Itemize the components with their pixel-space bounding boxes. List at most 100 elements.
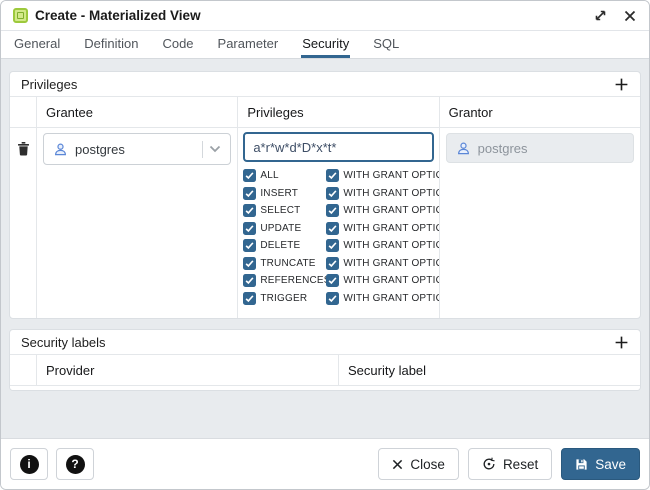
with-grant-option-label: WITH GRANT OPTION xyxy=(343,205,438,216)
privilege-row-references: REFERENCES WITH GRANT OPTION xyxy=(243,272,438,290)
save-button-label: Save xyxy=(595,457,626,472)
privilege-row-select: SELECT WITH GRANT OPTION xyxy=(243,202,438,220)
with-grant-option-label: WITH GRANT OPTION xyxy=(343,240,438,251)
reset-icon xyxy=(482,457,496,471)
save-floppy-icon xyxy=(575,458,588,471)
materialized-view-icon xyxy=(13,8,28,23)
select-separator xyxy=(202,141,203,158)
row-actions-cell xyxy=(10,128,36,318)
tab-security[interactable]: Security xyxy=(301,31,350,58)
privilege-row-update: UPDATE WITH GRANT OPTION xyxy=(243,220,438,238)
column-header-privileges: Privileges xyxy=(237,97,438,128)
close-button[interactable]: Close xyxy=(378,448,459,480)
privilege-label: INSERT xyxy=(260,188,298,199)
info-icon: i xyxy=(20,455,39,474)
privilege-row-delete: DELETE WITH GRANT OPTION xyxy=(243,237,438,255)
privileges-string-input[interactable] xyxy=(243,132,433,162)
chevron-down-icon xyxy=(209,145,221,153)
info-button[interactable]: i xyxy=(10,448,48,480)
security-labels-panel: Security labels Provider Security label xyxy=(9,329,641,391)
privileges-panel-title: Privileges xyxy=(21,77,77,92)
security-labels-header-spacer xyxy=(10,355,36,386)
grantee-cell: postgres xyxy=(36,128,237,318)
with-grant-option-checkbox-update[interactable] xyxy=(326,222,339,235)
privilege-checkbox-insert[interactable] xyxy=(243,187,256,200)
privilege-label: SELECT xyxy=(260,205,300,216)
dialog-tabbar: General Definition Code Parameter Securi… xyxy=(1,31,649,59)
privilege-label: ALL xyxy=(260,170,278,181)
privilege-label: UPDATE xyxy=(260,223,301,234)
privileges-panel-header: Privileges xyxy=(10,72,640,97)
grantee-selected-value: postgres xyxy=(75,142,125,157)
privilege-row-trigger: TRIGGER WITH GRANT OPTION xyxy=(243,290,438,308)
save-button[interactable]: Save xyxy=(561,448,640,480)
privilege-row-insert: INSERT WITH GRANT OPTION xyxy=(243,185,438,203)
grantor-cell: postgres xyxy=(439,128,640,318)
reset-button[interactable]: Reset xyxy=(468,448,552,480)
help-button[interactable]: ? xyxy=(56,448,94,480)
create-materialized-view-dialog: Create - Materialized View General Defin… xyxy=(0,0,650,490)
privileges-cell: ALL WITH GRANT OPTION INSERT WITH GRANT OPT… xyxy=(237,128,438,318)
close-button-label: Close xyxy=(410,457,445,472)
with-grant-option-checkbox-delete[interactable] xyxy=(326,239,339,252)
close-icon[interactable] xyxy=(623,9,637,23)
add-security-label-button[interactable] xyxy=(612,333,630,351)
reset-button-label: Reset xyxy=(503,457,538,472)
close-x-icon xyxy=(392,459,403,470)
privilege-label: REFERENCES xyxy=(260,275,326,286)
privilege-label: DELETE xyxy=(260,240,300,251)
with-grant-option-checkbox-trigger[interactable] xyxy=(326,292,339,305)
privilege-label: TRIGGER xyxy=(260,293,307,304)
with-grant-option-checkbox-all[interactable] xyxy=(326,169,339,182)
with-grant-option-checkbox-insert[interactable] xyxy=(326,187,339,200)
tab-parameter[interactable]: Parameter xyxy=(217,31,280,58)
privilege-checkbox-update[interactable] xyxy=(243,222,256,235)
delete-row-icon[interactable] xyxy=(17,141,30,318)
user-icon xyxy=(53,142,68,157)
with-grant-option-label: WITH GRANT OPTION xyxy=(343,170,438,181)
with-grant-option-label: WITH GRANT OPTION xyxy=(343,188,438,199)
help-icon: ? xyxy=(66,455,85,474)
with-grant-option-label: WITH GRANT OPTION xyxy=(343,258,438,269)
privileges-panel: Privileges Grantee Privileges Grantor xyxy=(9,71,641,319)
privileges-grid-row: postgres ALL WITH GRANT OPTION INSERT WITH … xyxy=(10,128,640,318)
tab-general[interactable]: General xyxy=(13,31,61,58)
with-grant-option-label: WITH GRANT OPTION xyxy=(343,223,438,234)
dialog-footer: i ? Close Reset Save xyxy=(1,438,649,489)
column-header-grantor: Grantor xyxy=(439,97,640,128)
privilege-checkbox-select[interactable] xyxy=(243,204,256,217)
add-privilege-button[interactable] xyxy=(612,75,630,93)
with-grant-option-checkbox-references[interactable] xyxy=(326,274,339,287)
privileges-header-spacer xyxy=(10,97,36,128)
privilege-checkbox-list: ALL WITH GRANT OPTION INSERT WITH GRANT OPT… xyxy=(238,165,438,307)
with-grant-option-checkbox-select[interactable] xyxy=(326,204,339,217)
user-icon xyxy=(456,141,471,156)
dialog-titlebar: Create - Materialized View xyxy=(1,1,649,31)
with-grant-option-checkbox-truncate[interactable] xyxy=(326,257,339,270)
privilege-row-truncate: TRUNCATE WITH GRANT OPTION xyxy=(243,255,438,273)
grantee-select[interactable]: postgres xyxy=(43,133,231,165)
security-labels-panel-title: Security labels xyxy=(21,335,106,350)
privilege-checkbox-truncate[interactable] xyxy=(243,257,256,270)
with-grant-option-label: WITH GRANT OPTION xyxy=(343,275,438,286)
security-tab-content: Privileges Grantee Privileges Grantor xyxy=(1,59,649,438)
grantor-value: postgres xyxy=(478,141,528,156)
column-header-provider: Provider xyxy=(36,355,338,386)
privilege-label: TRUNCATE xyxy=(260,258,315,269)
privilege-checkbox-all[interactable] xyxy=(243,169,256,182)
security-labels-grid-header: Provider Security label xyxy=(10,355,640,386)
tab-sql[interactable]: SQL xyxy=(372,31,400,58)
maximize-icon[interactable] xyxy=(593,9,607,23)
privilege-checkbox-references[interactable] xyxy=(243,274,256,287)
grantor-readonly-field: postgres xyxy=(446,133,634,163)
tab-definition[interactable]: Definition xyxy=(83,31,139,58)
privilege-checkbox-delete[interactable] xyxy=(243,239,256,252)
privileges-grid-header: Grantee Privileges Grantor xyxy=(10,97,640,128)
with-grant-option-label: WITH GRANT OPTION xyxy=(343,293,438,304)
tab-code[interactable]: Code xyxy=(161,31,194,58)
column-header-security-label: Security label xyxy=(338,355,640,386)
column-header-grantee: Grantee xyxy=(36,97,237,128)
security-labels-panel-header: Security labels xyxy=(10,330,640,355)
privilege-checkbox-trigger[interactable] xyxy=(243,292,256,305)
privilege-row-all: ALL WITH GRANT OPTION xyxy=(243,167,438,185)
